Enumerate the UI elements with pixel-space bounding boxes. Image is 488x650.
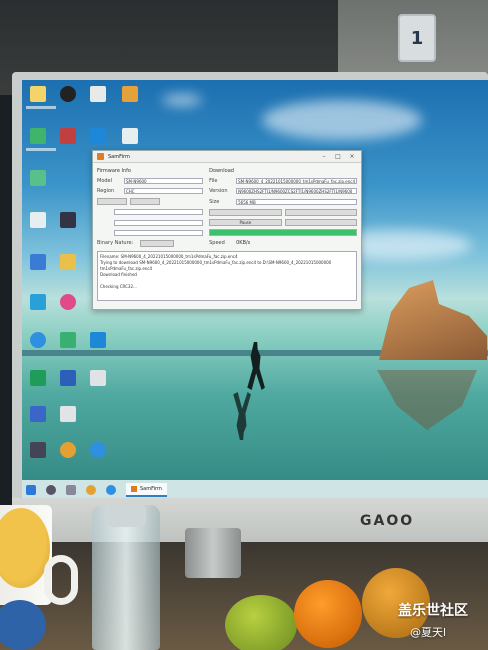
download-heading: Download	[209, 167, 234, 174]
task-view-icon[interactable]	[66, 485, 76, 495]
app-icon[interactable]	[30, 406, 46, 422]
window-titlebar[interactable]: SamFirm – □ ×	[93, 151, 361, 163]
app-icon[interactable]	[60, 406, 76, 422]
region-field[interactable]: CHC	[124, 188, 204, 195]
windows-start-icon[interactable]	[26, 485, 36, 495]
log-line: Checking CRC32...	[100, 284, 137, 289]
watermark-site: 盖乐世社区	[398, 603, 468, 619]
folder-icon[interactable]	[122, 86, 138, 102]
excel-icon[interactable]	[30, 370, 46, 386]
model-label: Model	[97, 178, 113, 185]
app-icon[interactable]	[60, 212, 76, 228]
check-update-button[interactable]	[97, 198, 127, 206]
app-icon[interactable]	[60, 128, 76, 144]
runner-reflection	[233, 392, 251, 440]
samfirm-window[interactable]: SamFirm – □ × Firmware Info Model SM-N960…	[92, 150, 362, 310]
model-field[interactable]: SM-N9600	[124, 178, 204, 185]
app-icon[interactable]	[30, 170, 46, 186]
firmware-info-heading: Firmware Info	[97, 167, 131, 174]
edge-browser-icon[interactable]	[106, 485, 116, 495]
folder-icon[interactable]	[30, 86, 46, 102]
app-icon[interactable]	[90, 86, 106, 102]
rock-reflection	[377, 370, 477, 430]
binary-nature-label: Binary Nature:	[97, 240, 134, 247]
file-icon[interactable]	[90, 370, 106, 386]
cloud	[162, 94, 202, 106]
download-panel: Download File SM-N9600_4_20221015000000_t…	[209, 167, 358, 247]
app-icon[interactable]	[30, 294, 46, 310]
samfirm-logo-icon	[131, 486, 137, 492]
mug-handle	[44, 555, 78, 605]
chrome-icon[interactable]	[60, 442, 76, 458]
version-label: Version	[209, 188, 228, 195]
app-icon[interactable]	[30, 128, 46, 144]
app-icon[interactable]	[60, 294, 76, 310]
binary-nature-button[interactable]	[140, 239, 174, 247]
pause-button[interactable]: Pause	[209, 219, 282, 227]
file-icon[interactable]	[122, 128, 138, 144]
word-icon[interactable]	[60, 370, 76, 386]
rock-formation	[379, 280, 487, 360]
maximize-icon[interactable]: □	[333, 153, 343, 161]
decrypt-button[interactable]	[284, 208, 358, 216]
icon-label	[26, 148, 56, 151]
icon-label	[26, 106, 56, 109]
photo-scene: 1 SamFirm – □ × Firmware Info Model SM-N…	[0, 0, 488, 650]
app-icon[interactable]	[30, 254, 46, 270]
region-label: Region	[97, 188, 115, 195]
metal-jar	[185, 528, 241, 578]
taskbar-app-label: SamFirm	[140, 486, 162, 492]
app-icon[interactable]	[90, 128, 106, 144]
samfirm-logo-icon	[97, 153, 104, 160]
download-button[interactable]	[284, 219, 358, 227]
orange-fruit	[294, 580, 362, 648]
app-icon[interactable]	[90, 332, 106, 348]
edge-browser-icon[interactable]	[90, 442, 106, 458]
file-icon[interactable]	[30, 212, 46, 228]
firmware-info-panel: Firmware Info Model SM-N9600 Region CHC Bi…	[97, 167, 204, 247]
app-icon[interactable]	[60, 332, 76, 348]
edge-browser-icon[interactable]	[30, 332, 46, 348]
green-fruit	[225, 595, 297, 650]
size-field[interactable]: 5656 MB	[236, 198, 357, 205]
log-output[interactable]: Filename: SM-N9600_4_20221015000000_tm1s…	[97, 251, 357, 301]
minimize-icon[interactable]: –	[319, 153, 329, 161]
cloud	[262, 100, 422, 140]
file-field[interactable]: SM-N9600_4_20221015000000_tm1sPdmaFu_fac…	[236, 178, 357, 185]
monitor-chin	[12, 498, 488, 542]
manual-button[interactable]	[130, 198, 160, 206]
pda-field[interactable]	[114, 209, 204, 216]
watermark-user: @夏天l	[410, 626, 447, 639]
sticker-number: 1	[410, 27, 424, 49]
window-title: SamFirm	[108, 153, 130, 160]
chrome-icon[interactable]	[86, 485, 96, 495]
speed-label: Speed	[209, 240, 225, 247]
phone-field[interactable]	[114, 229, 204, 236]
bottle-cap	[106, 505, 146, 527]
check-crc-button[interactable]	[209, 208, 282, 216]
progress-fill	[210, 230, 356, 236]
csc-field[interactable]	[114, 219, 204, 226]
monitor-brand: GAOO	[360, 513, 415, 529]
file-label: File	[209, 178, 218, 185]
windows-taskbar: SamFirm	[22, 480, 488, 500]
app-icon[interactable]	[30, 442, 46, 458]
taskbar-samfirm-item[interactable]: SamFirm	[126, 483, 167, 497]
close-icon[interactable]: ×	[347, 153, 357, 161]
number-sticker: 1	[398, 14, 436, 62]
version-field[interactable]: N9600ZHS2FTJ1/N9600ZCS2FTJ1/N9600ZHS2FTJ…	[236, 188, 357, 195]
speed-value: 0KB/s	[236, 240, 251, 247]
user-icon[interactable]	[60, 254, 76, 270]
search-icon[interactable]	[46, 485, 56, 495]
monitor-screen: SamFirm – □ × Firmware Info Model SM-N960…	[22, 80, 488, 500]
size-label: Size	[209, 198, 220, 205]
download-progress-bar	[209, 229, 357, 237]
qq-icon[interactable]	[60, 86, 76, 102]
